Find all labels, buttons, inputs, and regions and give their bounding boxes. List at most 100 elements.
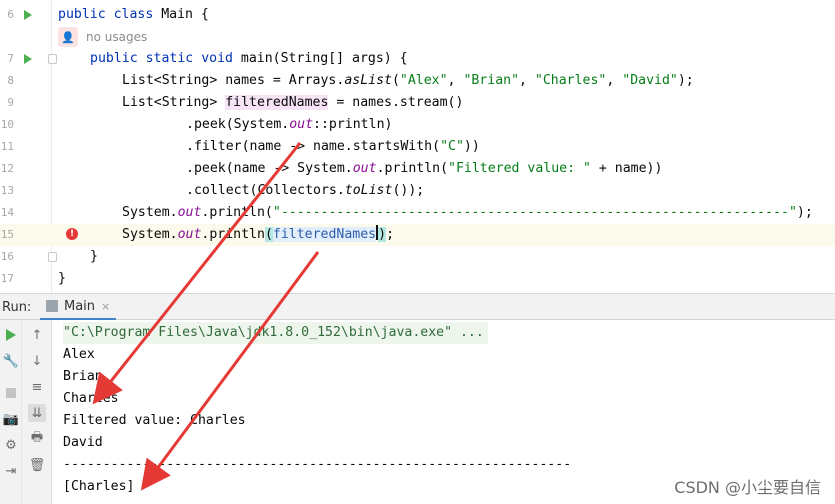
code-line-15-current[interactable]: 15 ! System.out.println(filteredNames); xyxy=(0,224,835,246)
code-fragment: .println xyxy=(201,227,265,242)
fold-icon[interactable] xyxy=(48,54,57,64)
code-editor[interactable]: 6 public class Main { 👤 no usages 7 publ… xyxy=(0,0,835,293)
code-fragment: + name)) xyxy=(590,161,663,176)
exit-icon[interactable]: ⇥ xyxy=(2,462,20,480)
tab-main-label: Main xyxy=(64,298,96,314)
run-label: Run: xyxy=(2,300,32,315)
soft-wrap-icon[interactable]: ≡ xyxy=(28,378,46,396)
rerun-button[interactable] xyxy=(2,326,20,344)
code-fragment: .filter(name -> name.startsWith( xyxy=(186,139,441,154)
tab-main[interactable]: Main × xyxy=(40,294,117,320)
code-fragment: List<String> names = Arrays. xyxy=(122,73,345,88)
string-literal: "Alex" xyxy=(399,73,448,88)
usages-hint-text: no usages xyxy=(86,30,148,44)
line-number: 11 xyxy=(0,140,14,153)
usages-hint[interactable]: 👤 no usages xyxy=(58,26,147,48)
method-name: asList xyxy=(344,73,392,88)
code-text[interactable]: System.out.println("--------------------… xyxy=(122,202,813,224)
code-line-16[interactable]: 16 } xyxy=(0,246,835,268)
code-line-8[interactable]: 8 List<String> names = Arrays.asList("Al… xyxy=(0,70,835,92)
static-field: out xyxy=(289,117,314,132)
keyword: static xyxy=(145,51,194,66)
code-line-9[interactable]: 9 List<String> filteredNames = names.str… xyxy=(0,92,835,114)
run-class-icon[interactable] xyxy=(24,10,32,20)
console-line: Filtered value: Charles xyxy=(63,413,246,428)
code-text[interactable]: } xyxy=(58,268,66,290)
run-tool-header: Run: Main × xyxy=(0,293,835,320)
code-line-17[interactable]: 17 } xyxy=(0,268,835,290)
keyword: void xyxy=(201,51,233,66)
code-text[interactable]: List<String> filteredNames = names.strea… xyxy=(122,92,463,114)
string-literal: "David" xyxy=(622,73,678,88)
line-number: 13 xyxy=(0,184,14,197)
code-fragment: System. xyxy=(122,205,178,220)
code-fragment: main(String[] args) { xyxy=(232,51,408,66)
code-line-10[interactable]: 10 .peek(System.out::println) xyxy=(0,114,835,136)
code-fragment: ); xyxy=(796,205,813,220)
line-number: 14 xyxy=(0,206,14,219)
static-field: out xyxy=(177,205,202,220)
code-line-14[interactable]: 14 System.out.println("-----------------… xyxy=(0,202,835,224)
code-text[interactable]: public static void main(String[] args) { xyxy=(90,48,408,70)
error-icon[interactable]: ! xyxy=(66,228,78,240)
variable-reference: filteredNames xyxy=(272,227,377,242)
play-icon xyxy=(6,329,16,341)
fold-icon[interactable] xyxy=(48,252,57,262)
gear-icon[interactable]: ⚙ xyxy=(2,436,20,454)
variable-highlight: filteredNames xyxy=(225,95,329,110)
line-number: 8 xyxy=(7,74,14,87)
code-fragment: Main { xyxy=(153,7,209,22)
code-fragment: ( xyxy=(391,73,400,88)
watermark: CSDN @小尘要自信 xyxy=(674,478,821,497)
string-literal: "Brian" xyxy=(463,73,520,88)
code-line-7[interactable]: 7 public static void main(String[] args)… xyxy=(0,48,835,70)
console-command-line: "C:\Program Files\Java\jdk1.8.0_152\bin\… xyxy=(63,322,488,344)
code-text[interactable]: .collect(Collectors.toList()); xyxy=(186,180,424,202)
code-line-6[interactable]: 6 public class Main { xyxy=(0,4,835,26)
code-line-12[interactable]: 12 .peek(name -> System.out.println("Fil… xyxy=(0,158,835,180)
close-icon[interactable]: × xyxy=(101,300,110,313)
code-fragment: System. xyxy=(122,227,178,242)
line-number: 12 xyxy=(0,162,14,175)
line-number: 6 xyxy=(7,8,14,21)
string-literal: "---------------------------------------… xyxy=(272,205,797,220)
code-text[interactable]: System.out.println(filteredNames); xyxy=(122,224,394,246)
code-text[interactable]: public class Main { xyxy=(58,4,209,26)
run-toolbar-right: ↑ ↓ ≡ ⇊ 🖶 🗑 xyxy=(22,320,52,504)
code-text[interactable]: .peek(name -> System.out.println("Filter… xyxy=(186,158,662,180)
print-icon[interactable]: 🖶 xyxy=(28,430,46,448)
console-line: Charles xyxy=(63,391,119,406)
arrow-up-icon[interactable]: ↑ xyxy=(28,326,46,344)
wrench-icon[interactable]: 🔧 xyxy=(2,352,20,370)
stop-button[interactable] xyxy=(2,384,20,402)
keyword: public xyxy=(58,7,106,22)
line-number: 7 xyxy=(7,52,14,65)
console-line: Brian xyxy=(63,369,103,384)
code-fragment: .println( xyxy=(376,161,449,176)
paren-match: ) xyxy=(378,227,387,242)
line-number: 9 xyxy=(7,96,14,109)
code-line-11[interactable]: 11 .filter(name -> name.startsWith("C")) xyxy=(0,136,835,158)
user-icon: 👤 xyxy=(58,27,78,47)
line-number: 15 xyxy=(0,228,14,241)
code-fragment: ); xyxy=(677,73,694,88)
scroll-to-end-icon[interactable]: ⇊ xyxy=(28,404,46,422)
code-text[interactable]: } xyxy=(90,246,98,268)
code-line-13[interactable]: 13 .collect(Collectors.toList()); xyxy=(0,180,835,202)
code-fragment: .peek(name -> System. xyxy=(186,161,353,176)
camera-icon[interactable]: 📷 xyxy=(2,410,20,428)
keyword: public xyxy=(90,51,138,66)
code-text[interactable]: .peek(System.out::println) xyxy=(186,114,392,136)
string-literal: "Charles" xyxy=(534,73,607,88)
code-fragment: .println( xyxy=(201,205,273,220)
code-text[interactable]: .filter(name -> name.startsWith("C")) xyxy=(186,136,480,158)
keyword: class xyxy=(113,7,154,22)
run-method-icon[interactable] xyxy=(24,54,32,64)
run-toolbar-left: 🔧 📷 ⚙ ⇥ xyxy=(0,320,22,504)
code-text[interactable]: List<String> names = Arrays.asList("Alex… xyxy=(122,70,694,92)
arrow-down-icon[interactable]: ↓ xyxy=(28,352,46,370)
trash-icon[interactable]: 🗑 xyxy=(28,456,46,474)
code-fragment: = names.stream() xyxy=(328,95,464,110)
string-literal: "C" xyxy=(440,139,464,154)
console-separator-line: ----------------------------------------… xyxy=(63,457,572,472)
